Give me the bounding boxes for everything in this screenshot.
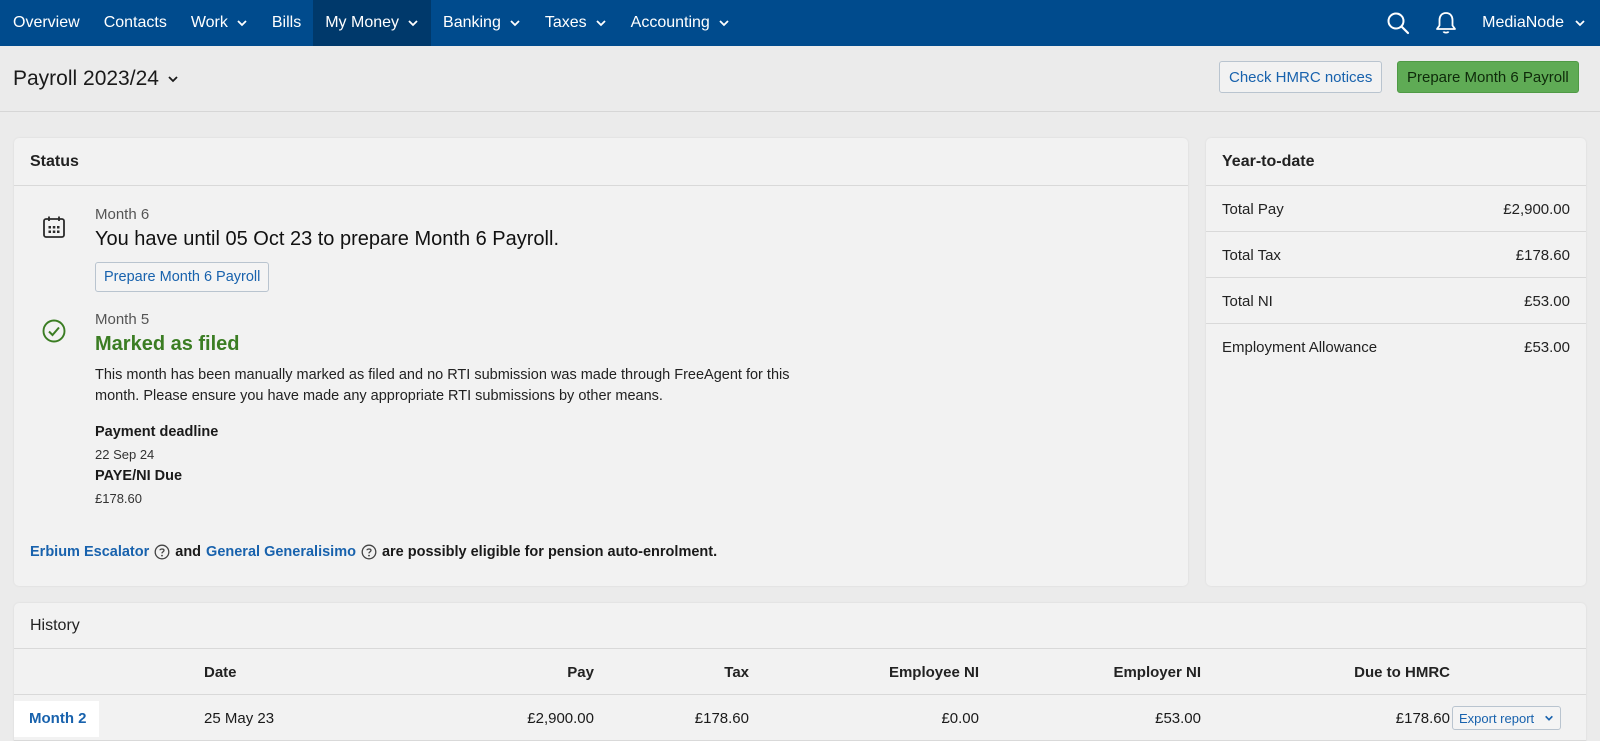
table-row: Month 2 25 May 23 £2,900.00 £178.60 £0.0… [14,696,1586,741]
column-header-employer-ni: Employer NI [1113,664,1201,681]
due-to-hmrc-cell: £178.60 [1395,710,1450,727]
ytd-row-total-tax: Total Tax £178.60 [1206,233,1586,278]
ytd-label: Employment Allowance [1222,339,1378,356]
employee-link-erbium[interactable]: Erbium Escalator [30,544,149,560]
pension-eligibility-text: are possibly eligible for pension auto-e… [381,544,718,560]
history-card-title: History [14,603,1586,649]
nav-item-label: Contacts [103,14,167,31]
chevron-down-icon [510,20,520,27]
nav-item-overview[interactable]: Overview [0,0,92,46]
check-hmrc-notices-button[interactable]: Check HMRC notices [1219,61,1383,93]
chevron-down-icon [168,76,178,83]
filed-month-label: Month 5 [95,311,150,328]
user-name: MediaNode [1482,14,1564,31]
chevron-down-icon [719,20,729,27]
ytd-label: Total Tax [1222,246,1281,264]
month-cell: Month 2 [14,696,99,741]
ytd-value: £178.60 [1515,246,1570,264]
column-header-tax: Tax [724,664,749,681]
nav-item-label: Work [190,14,228,31]
nav-item-taxes[interactable]: Taxes [533,0,619,46]
chevron-down-icon [596,20,606,27]
ytd-row-total-pay: Total Pay £2,900.00 [1206,187,1586,232]
export-report-button[interactable]: Export report [1452,706,1562,730]
month-link[interactable]: Month 2 [14,700,99,737]
nav-item-label: Banking [443,14,501,31]
date-cell: 25 May 23 [204,710,275,727]
upcoming-month-label: Month 6 [95,206,150,223]
nav-item-my-money[interactable]: My Money [313,0,432,46]
user-menu[interactable]: MediaNode [1470,14,1600,32]
employee-link-general[interactable]: General Generalisimo [206,544,356,560]
payment-deadline-label: Payment deadline [95,424,219,440]
nav-item-label: Taxes [544,14,587,31]
status-card: Status Month 6 You have until 05 Oct 23 … [14,138,1188,586]
pension-eligibility-notice: Erbium Escalator and General Generalisim… [30,544,717,560]
status-card-title: Status [14,138,1188,186]
nav-item-work[interactable]: Work [179,0,260,46]
check-circle-icon [42,319,66,343]
nav-item-label: My Money [325,14,400,31]
nav-item-banking[interactable]: Banking [431,0,533,46]
nav-item-label: Overview [13,14,80,31]
column-header-pay: Pay [567,664,594,681]
ytd-value: £2,900.00 [1503,200,1570,218]
search-button[interactable] [1374,0,1422,46]
export-report-label: Export report [1459,710,1535,726]
payment-deadline-value: 22 Sep 24 [95,447,155,462]
help-icon[interactable] [361,544,377,560]
paye-due-value: £178.60 [95,491,142,506]
column-header-date: Date [204,664,237,681]
prepare-payroll-button[interactable]: Prepare Month 6 Payroll [1397,61,1579,93]
employer-ni-cell: £53.00 [1155,710,1201,727]
ytd-row-total-ni: Total NI £53.00 [1206,279,1586,324]
payroll-year-selector[interactable]: Payroll 2023/24 [13,67,179,91]
filed-heading: Marked as filed [95,333,240,355]
help-icon[interactable] [154,544,170,560]
employee-ni-cell: £0.00 [941,710,979,727]
chevron-down-icon [1575,20,1585,27]
chevron-down-icon [237,20,247,27]
page-title: Payroll 2023/24 [13,67,159,90]
column-header-employee-ni: Employee NI [888,664,979,681]
upcoming-deadline-heading: You have until 05 Oct 23 to prepare Mont… [95,228,559,250]
nav-item-bills[interactable]: Bills [260,0,313,46]
calendar-icon [43,216,65,238]
ytd-label: Total NI [1222,292,1273,310]
paye-due-label: PAYE/NI Due [95,468,183,484]
nav-item-label: Accounting [630,14,710,31]
search-icon [1387,12,1410,35]
page-header: Payroll 2023/24 Check HMRC notices Prepa… [0,46,1600,112]
nav-item-contacts[interactable]: Contacts [92,0,179,46]
chevron-down-icon [408,20,418,27]
ytd-card-title: Year-to-date [1206,138,1586,186]
top-navigation: Overview Contacts Work Bills My Money Ba… [0,0,1600,46]
year-to-date-card: Year-to-date Total Pay £2,900.00 Total T… [1206,138,1586,586]
nav-right-group: MediaNode [1374,0,1600,46]
pay-cell: £2,900.00 [527,710,594,727]
pension-and-text: and [175,544,202,560]
nav-item-label: Bills [271,14,302,31]
prepare-month-payroll-button[interactable]: Prepare Month 6 Payroll [95,262,270,292]
history-table-header: Date Pay Tax Employee NI Employer NI Due… [14,650,1586,695]
nav-item-accounting[interactable]: Accounting [619,0,742,46]
tax-cell: £178.60 [694,710,749,727]
ytd-value: £53.00 [1524,339,1570,356]
history-card: History Date Pay Tax Employee NI Employe… [14,603,1586,741]
ytd-value: £53.00 [1524,292,1570,310]
column-header-due-to-hmrc: Due to HMRC [1354,664,1450,681]
filed-description: This month has been manually marked as f… [95,367,790,404]
notifications-button[interactable] [1422,0,1470,46]
ytd-row-employment-allowance: Employment Allowance £53.00 [1206,325,1586,370]
bell-icon [1436,12,1457,34]
ytd-label: Total Pay [1222,200,1284,218]
chevron-down-icon [1545,715,1554,721]
